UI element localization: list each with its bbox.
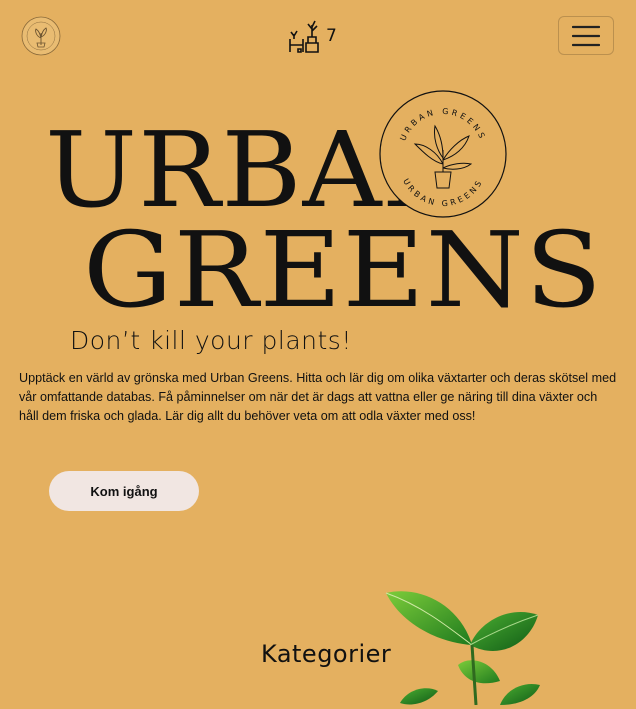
brand-badge: URBAN GREENS URBAN GREENS: [379, 90, 507, 218]
brand-logo[interactable]: [21, 16, 61, 56]
cart-count: 7: [326, 26, 337, 46]
hero-intro-text: Upptäck en värld av grönska med Urban Gr…: [19, 371, 617, 423]
leaves-illustration: [385, 591, 540, 706]
plant-logo-icon: [21, 16, 61, 56]
hero-tagline: Don’t kill your plants!: [70, 326, 352, 355]
cart-link[interactable]: 7: [288, 18, 337, 54]
plant-shelf-icon: [289, 20, 319, 53]
plant-leaves-image: [380, 585, 550, 706]
plant-badge-icon: URBAN GREENS URBAN GREENS: [379, 90, 507, 218]
hamburger-icon: [572, 25, 600, 46]
categories-title: Kategorier: [261, 640, 392, 668]
navbar: 7: [0, 0, 636, 72]
hero-title-line2: GREENS: [83, 209, 603, 331]
get-started-button[interactable]: Kom igång: [49, 471, 199, 511]
menu-toggle-button[interactable]: [558, 16, 614, 55]
